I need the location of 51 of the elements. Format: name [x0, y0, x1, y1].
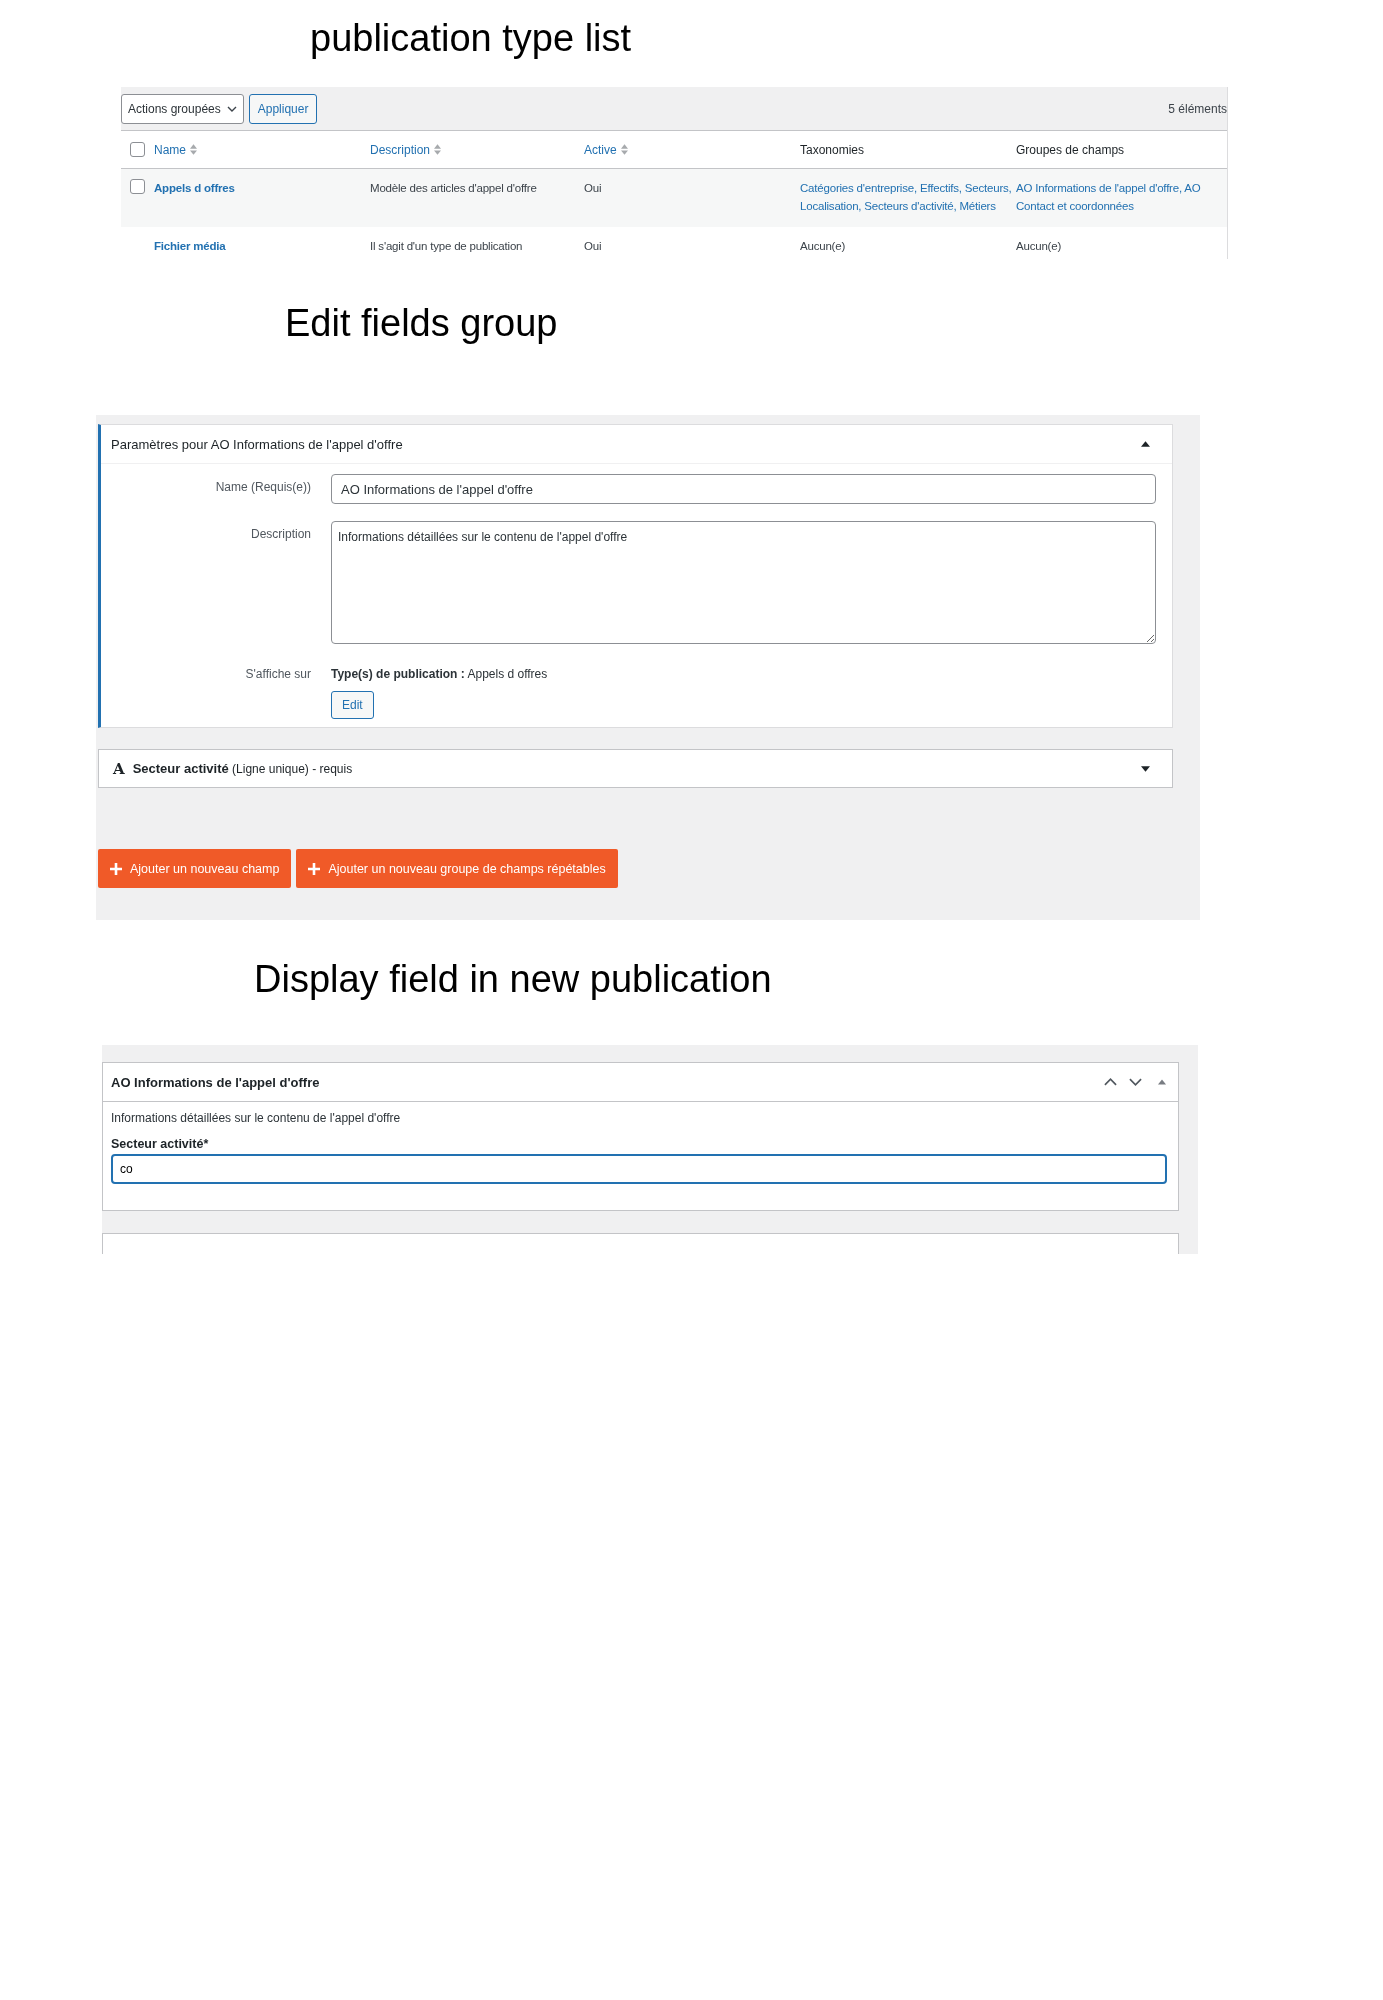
move-up-icon[interactable] [1104, 1078, 1117, 1086]
section-heading: Edit fields group [285, 301, 558, 346]
description-textarea[interactable]: Informations détaillées sur le contenu de l'appel d'offre [331, 521, 1156, 644]
column-header[interactable]: Active [584, 140, 617, 159]
text-input[interactable]: co [111, 1154, 1167, 1184]
column-header: Taxonomies [800, 141, 865, 159]
field-label: Secteur activité* [111, 1136, 209, 1152]
field-row[interactable]: A Secteur activité (Ligne unique) - requis [98, 749, 1173, 788]
row-checkbox[interactable] [130, 179, 145, 194]
column-header: Groupes de champs [1016, 141, 1125, 159]
metabox-description: Informations détaillées sur le contenu de l'appel d'offre [111, 1110, 401, 1126]
section-heading: Display field in new publication [254, 957, 772, 1002]
table-cell-text: Aucun(e) [1016, 239, 1062, 254]
panel-title: Paramètres pour AO Informations de l'appel d'offre [111, 436, 403, 452]
select-all-checkbox[interactable] [130, 142, 145, 157]
table-cell-text: Oui [584, 239, 602, 254]
table-cell-text: Il s'agit d'un type de publication [370, 239, 523, 254]
taxonomy-links[interactable]: Catégories d'entreprise, Effectifs, Secteurs, Localisation, Secteurs d'activité, Métiers [800, 179, 1016, 215]
display-location-text: Type(s) de publication : Appels d offres [331, 667, 548, 681]
add-button[interactable]: Ajouter un nouveau groupe de champs répétables [296, 849, 618, 888]
field-label: Description [249, 526, 311, 541]
table-cell-text: Modèle des articles d'appel d'offre [370, 181, 537, 196]
sort-icon [434, 144, 442, 155]
column-header[interactable]: Name [154, 140, 186, 159]
plus-icon [110, 862, 122, 875]
text-field-icon: A [113, 759, 125, 778]
field-label: Name (Requis(e)) [214, 479, 311, 494]
collapse-toggle-icon[interactable] [1158, 1079, 1166, 1085]
expand-toggle-icon[interactable] [1141, 765, 1150, 772]
chevron-down-icon [226, 105, 237, 112]
field-group-links[interactable]: AO Informations de l'appel d'offre, AO Contact et coordonnées [1016, 179, 1216, 215]
item-count: 5 éléments [1168, 101, 1227, 116]
field-label: S'affiche sur [244, 666, 311, 681]
sort-icon [620, 144, 628, 155]
add-button[interactable]: Ajouter un nouveau champ [98, 849, 292, 888]
name-link[interactable]: Fichier média [154, 237, 226, 255]
move-down-icon[interactable] [1129, 1078, 1142, 1086]
metabox-title: AO Informations de l'appel d'offre [111, 1074, 320, 1090]
field-title: Secteur activité (Ligne unique) - requis [132, 761, 354, 776]
name-link[interactable]: Appels d offres [154, 179, 235, 197]
table-cell-text: Aucun(e) [800, 239, 846, 254]
edit-button[interactable]: Edit [331, 691, 374, 719]
bulk-actions-dropdown[interactable]: Actions groupées [121, 93, 244, 124]
plus-icon [308, 862, 321, 875]
table-cell-text: Oui [584, 181, 602, 196]
section-heading: publication type list [310, 16, 632, 61]
sort-icon [190, 144, 197, 155]
collapse-toggle-icon[interactable] [1141, 441, 1150, 447]
name-input[interactable]: AO Informations de l'appel d'offre [331, 474, 1156, 504]
apply-button[interactable]: Appliquer [248, 93, 318, 124]
column-header[interactable]: Description [370, 140, 431, 159]
